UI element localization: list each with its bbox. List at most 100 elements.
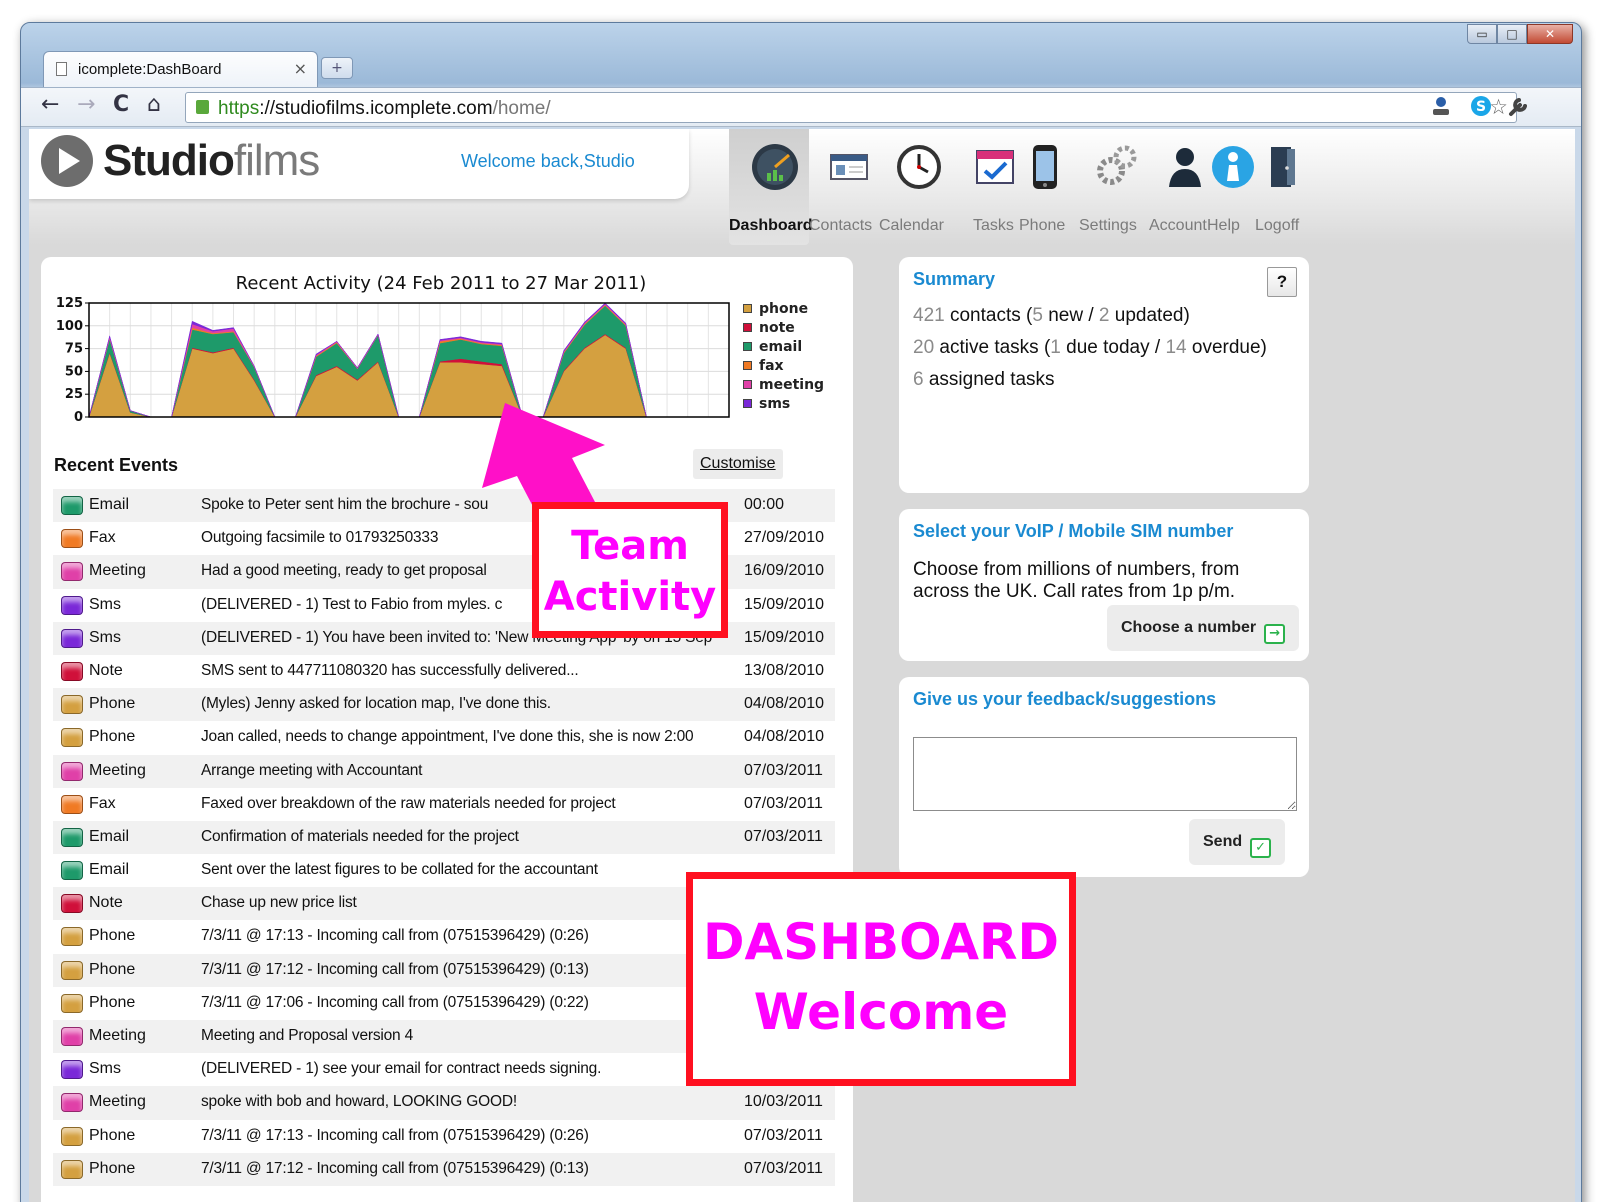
close-window-button[interactable]: ✕ xyxy=(1527,24,1573,44)
nav-contacts[interactable]: Contacts xyxy=(809,129,873,245)
team-callout-line1: Team xyxy=(571,523,689,569)
event-row[interactable]: Meeting spoke with bob and howard, LOOKIN… xyxy=(53,1086,835,1120)
wrench-icon[interactable] xyxy=(1507,94,1531,118)
nav-dashboard[interactable]: Dashboard xyxy=(729,129,813,245)
event-description[interactable]: Meeting and Proposal version 4 xyxy=(201,1027,735,1045)
contacts-updated: 2 xyxy=(1098,305,1110,326)
tasks-stat[interactable]: 20 active tasks (1 due today / 14 overdu… xyxy=(913,337,1267,359)
event-row[interactable]: Phone Joan called, needs to change appoin… xyxy=(53,721,835,754)
event-description[interactable]: 7/3/11 @ 17:06 - Incoming call from (075… xyxy=(201,994,735,1012)
nav-tasks[interactable]: Tasks xyxy=(973,129,1019,245)
y-tick-label: 100 xyxy=(56,319,83,334)
clock-icon xyxy=(893,141,945,193)
address-bar[interactable]: https://studiofilms.icomplete.com/home/ … xyxy=(185,92,1517,123)
maximize-button[interactable]: □ xyxy=(1497,24,1527,44)
lock-icon xyxy=(196,100,209,114)
event-type: Sms xyxy=(89,595,121,613)
event-description[interactable]: 7/3/11 @ 17:12 - Incoming call from (075… xyxy=(201,961,735,979)
activity-chart: 0 25 50 75 100 125 xyxy=(56,296,730,425)
event-description[interactable]: 7/3/11 @ 17:13 - Incoming call from (075… xyxy=(201,1127,735,1145)
event-type: Email xyxy=(89,861,130,879)
choose-number-button[interactable]: Choose a number → xyxy=(1107,605,1300,651)
event-description[interactable]: Sent over the latest figures to be colla… xyxy=(201,861,735,879)
y-tick-label: 25 xyxy=(65,387,83,402)
event-row[interactable]: Fax Faxed over breakdown of the raw mater… xyxy=(53,788,835,821)
event-description[interactable]: Faxed over breakdown of the raw material… xyxy=(201,795,735,813)
home-button[interactable]: ⌂ xyxy=(147,92,161,117)
assigned-label: assigned tasks xyxy=(923,369,1055,390)
new-tab-button[interactable]: + xyxy=(321,57,353,79)
event-row[interactable]: Phone (Myles) Jenny asked for location ma… xyxy=(53,688,835,722)
dashboard-gauge-icon xyxy=(749,141,801,193)
tab-title: icomplete:DashBoard xyxy=(78,61,222,78)
nav-logoff[interactable]: Logoff xyxy=(1255,129,1303,245)
legend-label: sms xyxy=(759,395,791,412)
skype-icon[interactable]: S xyxy=(1469,94,1493,118)
event-date: 07/03/2011 xyxy=(744,1159,823,1177)
event-description[interactable]: 7/3/11 @ 17:12 - Incoming call from (075… xyxy=(201,1160,735,1178)
legend-label: phone xyxy=(759,300,809,317)
event-row[interactable]: Note SMS sent to 447711080320 has success… xyxy=(53,655,835,688)
event-date: 07/03/2011 xyxy=(744,761,823,779)
assigned-stat[interactable]: 6 assigned tasks xyxy=(913,369,1055,391)
door-icon xyxy=(1257,141,1309,193)
event-description[interactable]: spoke with bob and howard, LOOKING GOOD! xyxy=(201,1093,735,1111)
phone-event-icon xyxy=(61,960,83,980)
event-date: 07/03/2011 xyxy=(744,1126,823,1144)
nav-calendar[interactable]: Calendar xyxy=(879,129,969,245)
extension-person-icon[interactable] xyxy=(1429,94,1453,118)
nav-help[interactable]: Help xyxy=(1207,129,1254,245)
event-row[interactable]: Meeting Arrange meeting with Accountant 07… xyxy=(53,754,835,788)
event-description[interactable]: Confirmation of materials needed for the… xyxy=(201,828,735,846)
event-description[interactable]: (Myles) Jenny asked for location map, I'… xyxy=(201,695,735,713)
nav-settings[interactable]: Settings xyxy=(1079,129,1143,245)
nav-account[interactable]: Account xyxy=(1149,129,1207,245)
event-description[interactable]: Chase up new price list xyxy=(201,894,735,912)
event-date: 27/09/2010 xyxy=(744,529,825,547)
choose-number-label: Choose a number xyxy=(1121,619,1257,636)
logo-area: Studiofilms Welcome back,Studio xyxy=(29,129,689,199)
nav-label: Dashboard xyxy=(729,217,813,234)
send-label: Send xyxy=(1203,833,1243,850)
event-type: Sms xyxy=(89,1060,121,1078)
fax-event-icon xyxy=(61,529,83,549)
event-date: 04/08/2010 xyxy=(744,695,825,713)
browser-tab[interactable]: icomplete:DashBoard × xyxy=(43,51,318,87)
person-icon xyxy=(1159,141,1211,193)
contacts-total: 421 xyxy=(913,305,945,326)
send-button[interactable]: Send ✓ xyxy=(1189,819,1286,865)
team-activity-callout: Team Activity xyxy=(532,502,728,638)
help-button[interactable]: ? xyxy=(1267,267,1297,297)
event-row[interactable]: Email Confirmation of materials needed fo… xyxy=(53,820,835,855)
event-description[interactable]: 7/3/11 @ 17:13 - Incoming call from (075… xyxy=(201,927,735,945)
event-row[interactable]: Phone 7/3/11 @ 17:12 - Incoming call from… xyxy=(53,1152,835,1186)
event-description[interactable]: Arrange meeting with Accountant xyxy=(201,762,735,780)
feedback-input[interactable] xyxy=(913,737,1297,811)
tab-close-icon[interactable]: × xyxy=(294,59,307,78)
team-callout-line2: Activity xyxy=(543,574,717,620)
forward-button[interactable]: → xyxy=(77,92,95,117)
contacts-stat[interactable]: 421 contacts (5 new / 2 updated) xyxy=(913,305,1190,327)
legend-swatch xyxy=(743,361,752,370)
event-type: Phone xyxy=(89,1159,136,1177)
play-logo-icon xyxy=(41,135,93,187)
nav-phone[interactable]: Phone xyxy=(1019,129,1065,245)
app-logo[interactable]: Studiofilms xyxy=(103,136,320,186)
back-button[interactable]: ← xyxy=(41,92,59,117)
assigned-count: 6 xyxy=(913,369,924,390)
event-description[interactable]: SMS sent to 447711080320 has successfull… xyxy=(201,662,735,680)
y-tick-label: 75 xyxy=(65,342,83,357)
calendar-check-icon xyxy=(969,141,1021,193)
event-description[interactable]: Joan called, needs to change appointment… xyxy=(201,728,735,746)
minimize-button[interactable]: ▭ xyxy=(1467,24,1497,44)
reload-button[interactable]: C xyxy=(113,92,129,117)
meeting-event-icon xyxy=(61,562,83,582)
customise-button[interactable]: Customise xyxy=(693,449,783,479)
help-person-icon xyxy=(1207,141,1259,193)
chart-title: Recent Activity (24 Feb 2011 to 27 Mar 2… xyxy=(235,273,647,294)
event-row[interactable]: Phone 7/3/11 @ 17:13 - Incoming call from… xyxy=(53,1120,835,1153)
voip-title: Select your VoIP / Mobile SIM number xyxy=(913,521,1234,541)
sms-event-icon xyxy=(61,595,83,615)
y-tick-label: 0 xyxy=(74,410,83,425)
event-description[interactable]: (DELIVERED - 1) see your email for contr… xyxy=(201,1060,735,1078)
